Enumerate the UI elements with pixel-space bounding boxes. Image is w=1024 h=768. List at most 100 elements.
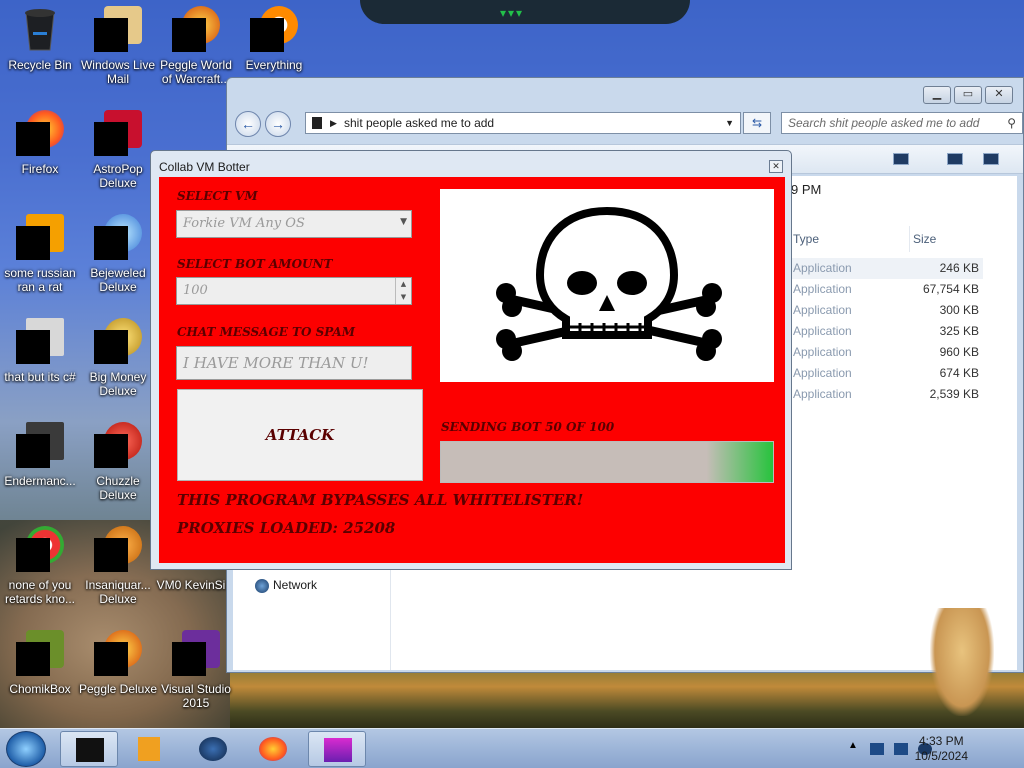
chat-message-label: CHAT MESSAGE TO SPAM bbox=[177, 325, 356, 339]
ie-icon bbox=[16, 214, 64, 262]
proxies-loaded-banner: PROXIES LOADED: 25208 bbox=[177, 519, 396, 537]
desktop-icon-visual-studio[interactable]: Visual Studio 2015 bbox=[156, 630, 236, 710]
tray-expand-icon[interactable]: ▲ bbox=[848, 740, 858, 751]
help-icon[interactable] bbox=[983, 153, 999, 165]
explorer-icon bbox=[324, 738, 352, 762]
file-row[interactable]: Application 960 KB bbox=[791, 342, 983, 363]
visual-studio-icon bbox=[172, 630, 220, 678]
column-header-type[interactable]: Type bbox=[793, 232, 819, 246]
whitelister-banner: THIS PROGRAM BYPASSES ALL WHITELISTER! bbox=[177, 491, 584, 509]
desktop-icon-firefox[interactable]: Firefox bbox=[0, 110, 80, 176]
hamster-gadget bbox=[930, 608, 994, 716]
vm-select[interactable]: Forkie VM Any OS ▼ bbox=[176, 210, 412, 238]
explorer-titlebar[interactable] bbox=[227, 78, 1023, 108]
desktop-icon-chuzzle[interactable]: Chuzzle Deluxe bbox=[78, 422, 158, 502]
media-player-icon bbox=[138, 737, 160, 761]
close-button[interactable]: ✕ bbox=[985, 86, 1013, 104]
desktop-icon-chomikbox[interactable]: ChomikBox bbox=[0, 630, 80, 696]
file-row[interactable]: Application 67,754 KB bbox=[791, 279, 983, 300]
back-button[interactable]: ← bbox=[235, 111, 261, 137]
address-dropdown-icon[interactable]: ▼ bbox=[725, 113, 734, 133]
botter-close-button[interactable]: ✕ bbox=[769, 160, 783, 173]
desktop-icon-vm0[interactable]: VM0 KevinSi... bbox=[156, 578, 236, 592]
desktop-icon-recycle-bin[interactable]: Recycle Bin bbox=[0, 6, 80, 72]
desktop-icon-everything[interactable]: Everything bbox=[234, 6, 314, 72]
address-bar[interactable]: ▶ shit people asked me to add ▼ bbox=[305, 112, 741, 134]
wallpaper-grass bbox=[230, 668, 1024, 730]
recycle-bin-icon bbox=[16, 6, 64, 54]
skull-image bbox=[440, 189, 774, 382]
desktop-icon-russian-rat[interactable]: some russian ran a rat bbox=[0, 214, 80, 294]
progress-label: SENDING BOT 50 OF 100 bbox=[441, 420, 615, 434]
desktop-icon-astropop[interactable]: AstroPop Deluxe bbox=[78, 110, 158, 190]
botter-title: Collab VM Botter bbox=[159, 160, 250, 174]
taskbar-btn-botter[interactable] bbox=[60, 731, 118, 767]
maximize-button[interactable]: ▭ bbox=[954, 86, 982, 104]
address-path: shit people asked me to add bbox=[344, 116, 495, 130]
attack-button[interactable]: ATTACK bbox=[177, 389, 423, 481]
minimize-button[interactable]: ▁ bbox=[923, 86, 951, 104]
bot-amount-label: SELECT BOT AMOUNT bbox=[177, 257, 333, 271]
astropop-icon bbox=[94, 110, 142, 158]
desktop-icon-that-but-csharp[interactable]: that but its c# bbox=[0, 318, 80, 384]
botter-window[interactable]: Collab VM Botter ✕ SELECT VM Forkie VM A… bbox=[150, 150, 792, 570]
file-row[interactable]: Application 246 KB bbox=[791, 258, 983, 279]
desktop-icon-bejeweled[interactable]: Bejeweled Deluxe bbox=[78, 214, 158, 294]
firefox-icon bbox=[259, 737, 287, 761]
chevron-down-icon: ▼ bbox=[400, 217, 407, 227]
bot-amount-value: 100 bbox=[183, 283, 208, 298]
bot-progress-bar bbox=[440, 441, 774, 483]
desktop-icon-insaniquarium[interactable]: Insaniquar... Deluxe bbox=[78, 526, 158, 606]
top-notch-gadget: ▾▾▾ bbox=[360, 0, 690, 24]
window-controls: ▁ ▭ ✕ bbox=[923, 86, 1013, 104]
tray-display-icon[interactable] bbox=[894, 743, 908, 755]
search-icon[interactable]: ⚲ bbox=[1007, 113, 1016, 133]
file-row[interactable]: Application 674 KB bbox=[791, 363, 983, 384]
nav-network-label: Network bbox=[273, 578, 318, 592]
chat-message-input[interactable]: I HAVE MORE THAN U! bbox=[176, 346, 412, 380]
globe-icon bbox=[199, 737, 227, 761]
bot-amount-stepper[interactable]: 100 ▲ ▼ bbox=[176, 277, 412, 305]
taskbar-btn-globe[interactable] bbox=[184, 731, 242, 767]
peggle-deluxe-icon bbox=[94, 630, 142, 678]
nav-item-network[interactable]: Network bbox=[255, 578, 317, 593]
start-button[interactable] bbox=[6, 731, 46, 767]
clock-time: 4:33 PM bbox=[918, 734, 964, 748]
chuzzle-icon bbox=[94, 422, 142, 470]
search-input[interactable]: Search shit people asked me to add ⚲ bbox=[781, 112, 1023, 134]
column-separator bbox=[909, 226, 910, 252]
view-options-icon[interactable] bbox=[893, 153, 909, 165]
refresh-button[interactable]: ⇆ bbox=[743, 112, 771, 134]
big-money-icon bbox=[94, 318, 142, 366]
stepper-down-icon[interactable]: ▼ bbox=[396, 291, 411, 304]
file-row[interactable]: Application 300 KB bbox=[791, 300, 983, 321]
desktop-icon-peggle-wow[interactable]: Peggle World of Warcraft... bbox=[156, 6, 236, 86]
tray-security-icon[interactable] bbox=[870, 743, 884, 755]
date-modified-partial: 9 PM bbox=[791, 182, 822, 197]
stepper-up-icon[interactable]: ▲ bbox=[396, 278, 411, 291]
file-row[interactable]: Application 2,539 KB bbox=[791, 384, 983, 405]
preview-pane-icon[interactable] bbox=[947, 153, 963, 165]
botter-panel: SELECT VM Forkie VM Any OS ▼ SELECT BOT … bbox=[159, 177, 785, 563]
search-placeholder: Search shit people asked me to add bbox=[788, 116, 980, 130]
forward-button[interactable]: → bbox=[265, 111, 291, 137]
desktop-icon-windows-live-mail[interactable]: Windows Live Mail bbox=[78, 6, 158, 86]
breadcrumb-arrow-icon: ▶ bbox=[330, 118, 337, 128]
clock[interactable]: 4:33 PM 10/5/2024 bbox=[915, 734, 968, 764]
folder-icon bbox=[312, 117, 322, 129]
firefox-icon bbox=[16, 110, 64, 158]
stepper-buttons: ▲ ▼ bbox=[395, 278, 411, 304]
file-row[interactable]: Application 325 KB bbox=[791, 321, 983, 342]
taskbar-btn-firefox[interactable] bbox=[244, 731, 302, 767]
column-header-size[interactable]: Size bbox=[913, 232, 936, 246]
taskbar-btn-media-player[interactable] bbox=[120, 731, 178, 767]
black-box-icon bbox=[76, 738, 104, 762]
terminal-icon bbox=[16, 422, 64, 470]
taskbar-btn-explorer[interactable] bbox=[308, 731, 366, 767]
network-icon bbox=[255, 578, 269, 593]
desktop-icon-none-of-you[interactable]: none of you retards kno... bbox=[0, 526, 80, 606]
desktop-icon-endermanc[interactable]: Endermanc... bbox=[0, 422, 80, 488]
desktop-icon-big-money[interactable]: Big Money Deluxe bbox=[78, 318, 158, 398]
mail-icon bbox=[94, 6, 142, 54]
desktop-icon-peggle-deluxe[interactable]: Peggle Deluxe bbox=[78, 630, 158, 696]
